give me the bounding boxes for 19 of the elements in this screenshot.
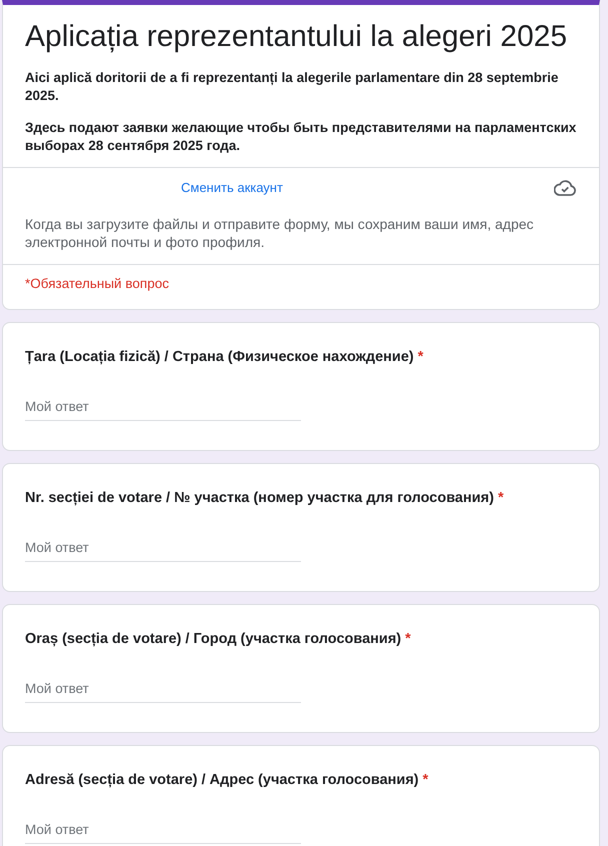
question-title: Țara (Locația fizică) / Страна (Физическое нахождение): [25, 349, 414, 365]
cloud-check-icon: [554, 179, 576, 197]
account-notice: Когда вы загрузите файлы и отправите форму, мы сохраним ваши имя, адрес электронной почты и фото профиля.: [25, 215, 535, 251]
required-note: *Обязательный вопрос: [25, 275, 170, 293]
form-title: Aplicația reprezentantului la alegeri 2025: [25, 19, 568, 55]
answer-field[interactable]: Мой ответ: [25, 537, 301, 562]
required-asterisk: *: [405, 631, 411, 647]
question-title: Adresă (secția de votare) / Адрес (участка голосования): [25, 772, 419, 788]
form-description: Здесь подают заявки желающие чтобы быть представителями на парламентских выборах 28 сентября 2025 года.: [25, 119, 577, 155]
answer-field[interactable]: Мой ответ: [25, 678, 301, 703]
answer-field[interactable]: Мой ответ: [25, 396, 301, 421]
question-title: Nr. secției de votare / № участка (номер участка для голосования): [25, 490, 494, 506]
form-description: Aici aplică doritorii de a fi reprezentanți la alegerile parlamentare din 28 septembrie 2025.: [25, 69, 560, 105]
answer-field[interactable]: Мой ответ: [25, 819, 301, 844]
question-title: Oraș (secția de votare) / Город (участка голосования): [25, 631, 402, 647]
required-asterisk: *: [418, 349, 424, 365]
required-asterisk: *: [498, 490, 504, 506]
switch-account-link[interactable]: Сменить аккаунт: [181, 179, 283, 197]
required-asterisk: *: [422, 772, 428, 788]
